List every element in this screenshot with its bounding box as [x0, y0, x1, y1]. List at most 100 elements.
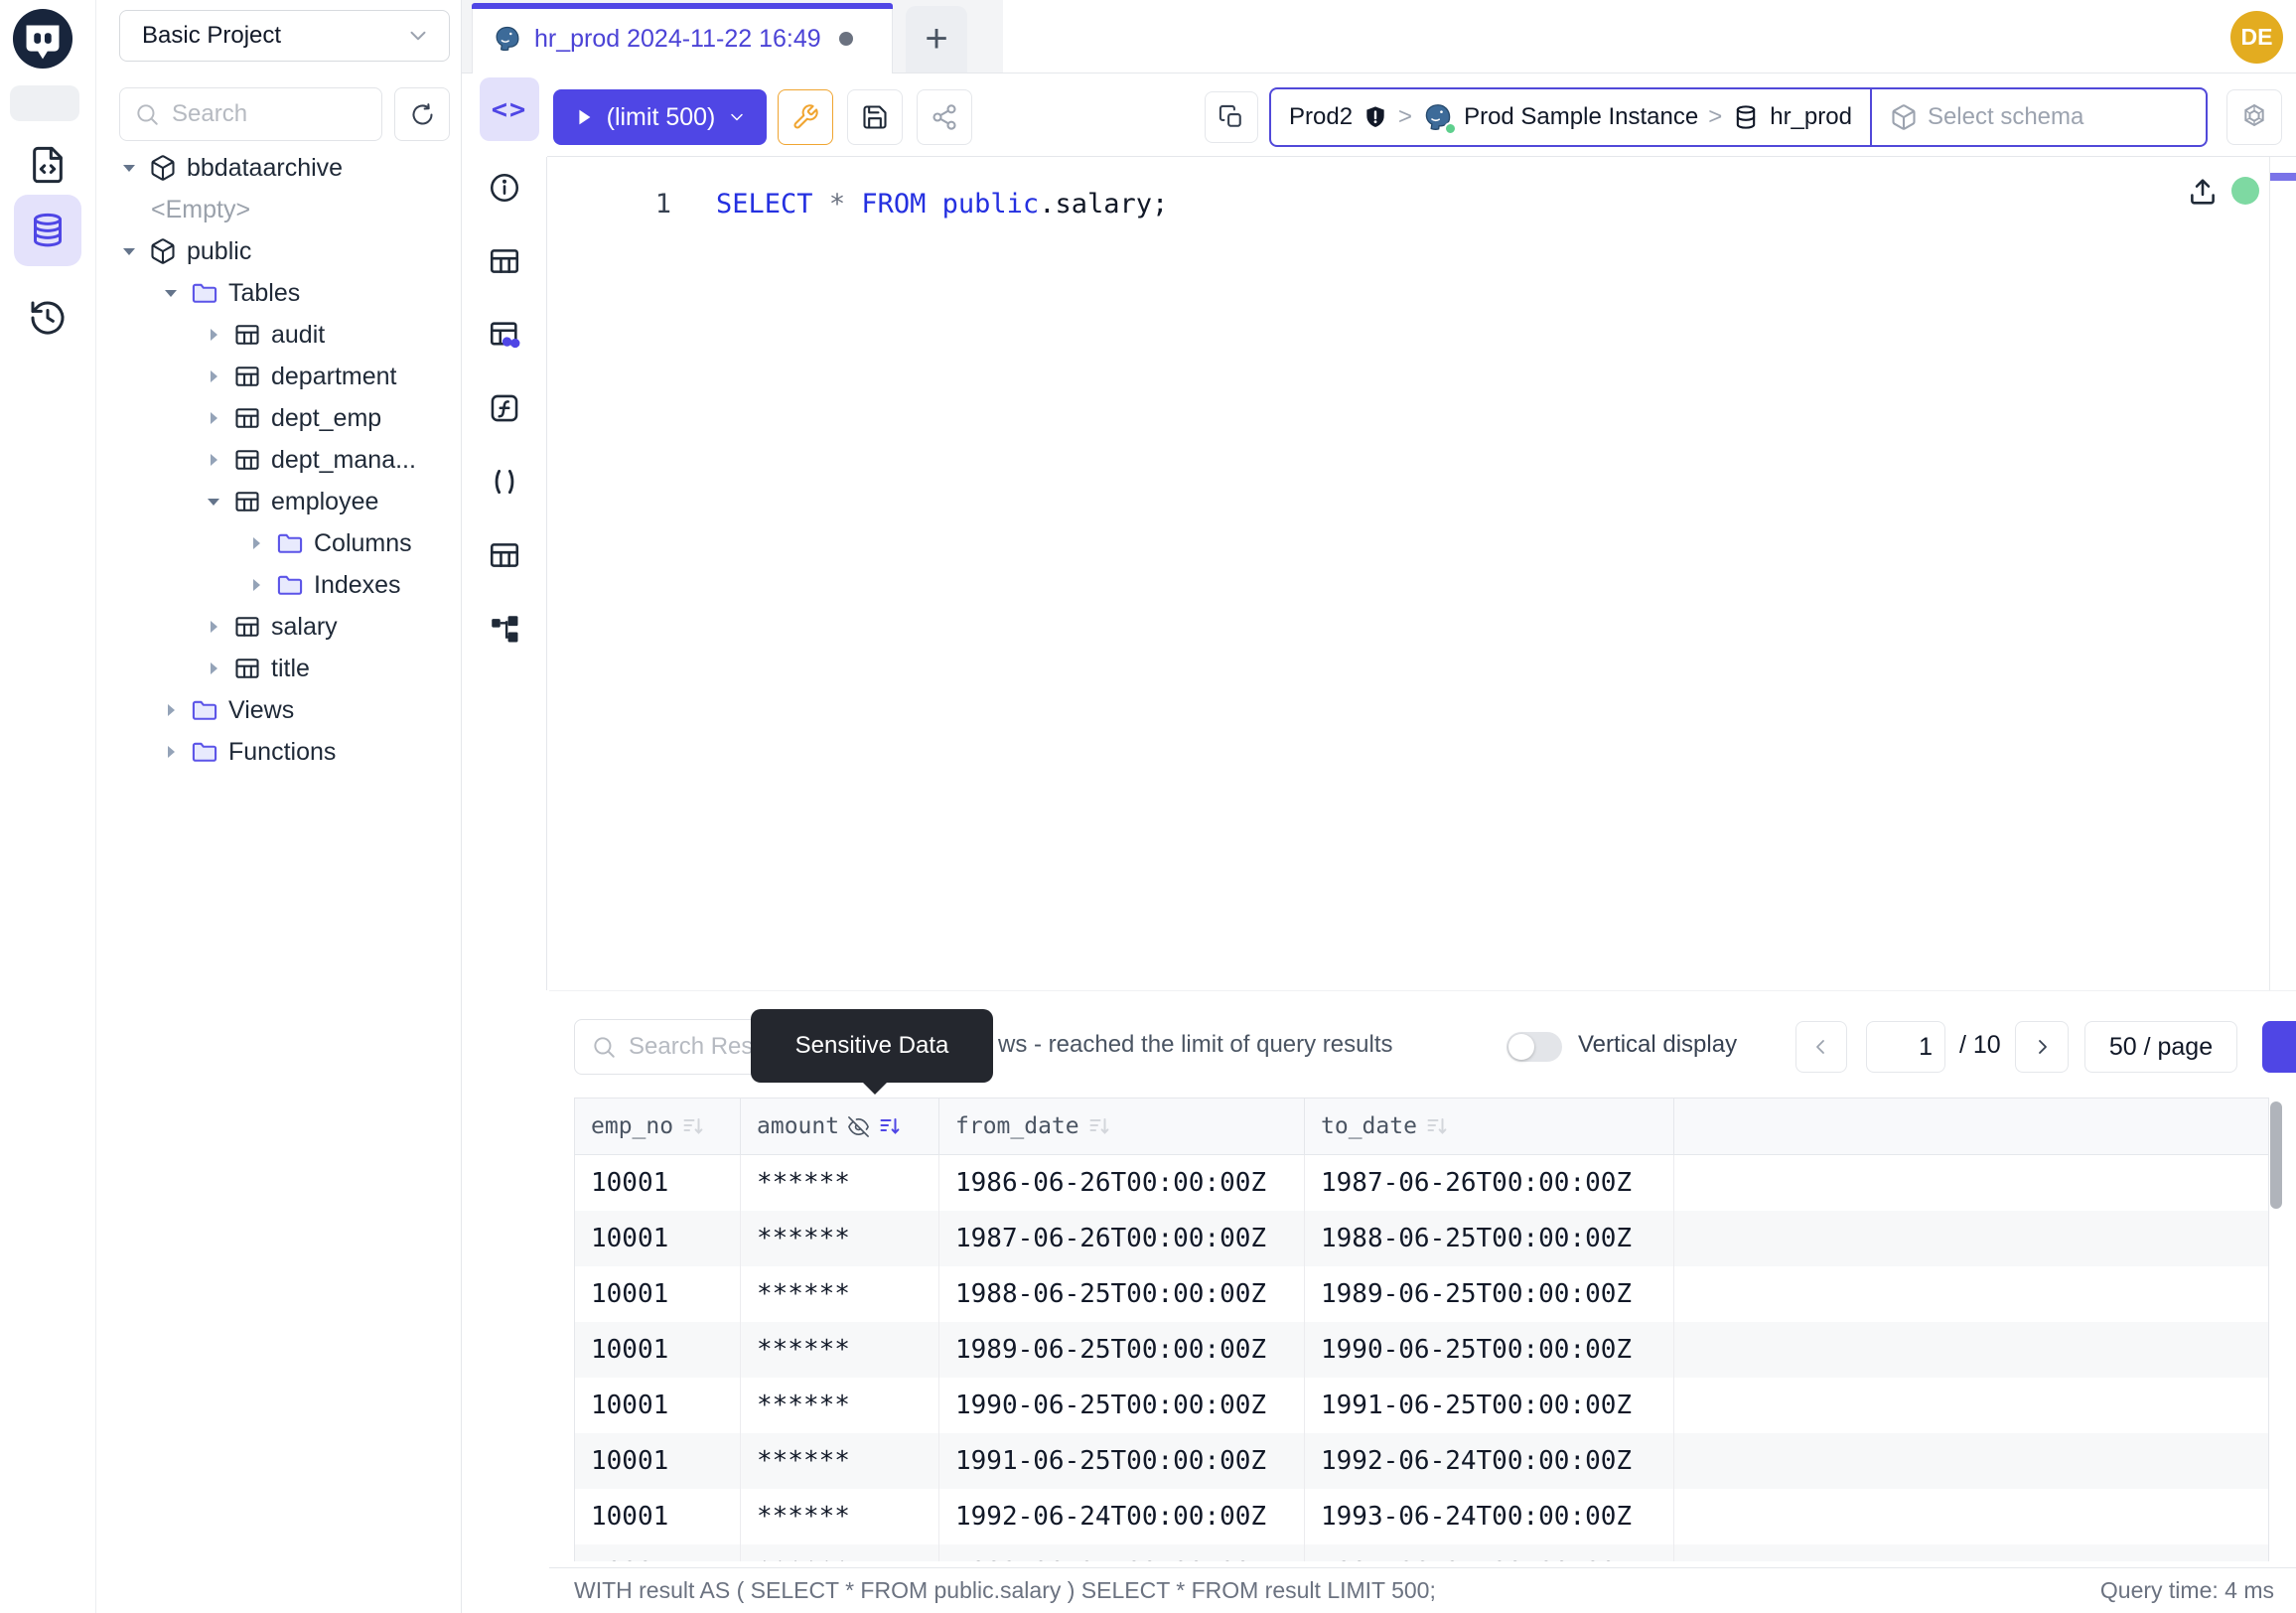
strip-info-button[interactable] — [476, 159, 533, 217]
strip-function-button[interactable] — [476, 379, 533, 437]
table-cell[interactable]: 1991-06-25T00:00:00Z — [1305, 1378, 1674, 1433]
table-row[interactable]: 10001******1988-06-25T00:00:00Z1989-06-2… — [575, 1266, 2268, 1322]
sql-editor[interactable]: 1 SELECT * FROM public.salary; — [547, 157, 2296, 990]
ai-assistant-button[interactable] — [2226, 89, 2282, 145]
save-button[interactable] — [847, 89, 903, 145]
table-cell[interactable]: 10001 — [575, 1322, 741, 1378]
table-cell[interactable]: ****** — [741, 1433, 939, 1489]
strip-masked-table-button[interactable] — [476, 306, 533, 364]
table-cell[interactable]: 10001 — [575, 1155, 741, 1211]
table-row[interactable]: 10001******1987-06-26T00:00:00Z1988-06-2… — [575, 1211, 2268, 1266]
table-cell[interactable]: ****** — [741, 1155, 939, 1211]
tab-active[interactable]: hr_prod 2024-11-22 16:49 — [472, 4, 893, 73]
tree-item-title[interactable]: title — [96, 648, 462, 689]
sort-icon[interactable] — [681, 1114, 705, 1138]
strip-diagram-button[interactable] — [476, 600, 533, 658]
sidebar-search[interactable] — [119, 87, 382, 141]
caret-right-icon[interactable] — [244, 573, 268, 597]
upload-icon[interactable] — [2186, 175, 2220, 209]
eye-off-icon[interactable] — [847, 1115, 870, 1138]
caret-down-icon[interactable] — [202, 490, 225, 513]
page-size-select[interactable]: 50 / page — [2084, 1021, 2237, 1073]
caret-right-icon[interactable] — [202, 448, 225, 472]
table-row[interactable]: 10001******1989-06-25T00:00:00Z1990-06-2… — [575, 1322, 2268, 1378]
column-header-emp_no[interactable]: emp_no — [575, 1099, 741, 1154]
column-header-to_date[interactable]: to_date — [1305, 1099, 1674, 1154]
strip-parens-button[interactable] — [476, 453, 533, 511]
side-panel-button[interactable] — [2262, 1021, 2296, 1073]
strip-table-button[interactable] — [476, 232, 533, 290]
table-cell[interactable]: ****** — [741, 1266, 939, 1322]
tree-item-public[interactable]: public — [96, 230, 462, 272]
table-cell[interactable]: 1994-06-24T00:00:00Z — [1305, 1544, 1674, 1561]
new-tab-button[interactable]: + — [906, 6, 967, 73]
tree-item-salary[interactable]: salary — [96, 606, 462, 648]
next-page-button[interactable] — [2015, 1021, 2069, 1073]
table-cell[interactable]: 1992-06-24T00:00:00Z — [1305, 1433, 1674, 1489]
caret-right-icon[interactable] — [244, 531, 268, 555]
rail-item-worksheets[interactable] — [14, 129, 81, 201]
run-query-button[interactable]: (limit 500) — [553, 89, 767, 145]
tree-item-dept-emp[interactable]: dept_emp — [96, 397, 462, 439]
refresh-button[interactable] — [394, 87, 450, 141]
results-scrollbar[interactable] — [2270, 1101, 2282, 1209]
share-button[interactable] — [917, 89, 972, 145]
caret-right-icon[interactable] — [159, 698, 183, 722]
table-cell[interactable]: 10001 — [575, 1211, 741, 1266]
tree-item-functions[interactable]: Functions — [96, 731, 462, 773]
prev-page-button[interactable] — [1795, 1021, 1847, 1073]
caret-right-icon[interactable] — [202, 657, 225, 680]
rail-item-databases[interactable] — [14, 195, 81, 266]
table-row[interactable]: 10001******1990-06-25T00:00:00Z1991-06-2… — [575, 1378, 2268, 1433]
table-cell[interactable]: 10001 — [575, 1378, 741, 1433]
table-cell[interactable]: 10001 — [575, 1489, 741, 1544]
table-cell[interactable]: 1988-06-25T00:00:00Z — [1305, 1211, 1674, 1266]
table-cell[interactable]: 10001 — [575, 1433, 741, 1489]
table-cell[interactable]: 1989-06-25T00:00:00Z — [1305, 1266, 1674, 1322]
column-header-amount[interactable]: amount — [741, 1099, 939, 1154]
tree-item-views[interactable]: Views — [96, 689, 462, 731]
project-select[interactable]: Basic Project — [119, 10, 450, 62]
sidebar-search-input[interactable] — [172, 100, 341, 128]
tree-item-employee[interactable]: employee — [96, 481, 462, 522]
tree-item-audit[interactable]: audit — [96, 314, 462, 356]
tree-item--empty-[interactable]: <Empty> — [96, 189, 462, 230]
sort-icon[interactable] — [878, 1114, 902, 1138]
column-header-from_date[interactable]: from_date — [939, 1099, 1305, 1154]
table-cell[interactable]: ****** — [741, 1544, 939, 1561]
bytebase-logo[interactable] — [12, 8, 73, 70]
avatar[interactable]: DE — [2230, 11, 2283, 64]
select-schema-dropdown[interactable]: Select schema — [1870, 89, 2121, 145]
rail-item-history[interactable] — [14, 282, 81, 354]
table-cell[interactable]: 1993-06-24T00:00:00Z — [1305, 1489, 1674, 1544]
page-number-input[interactable] — [1866, 1021, 1945, 1073]
table-cell[interactable]: 1989-06-25T00:00:00Z — [939, 1322, 1305, 1378]
caret-down-icon[interactable] — [159, 281, 183, 305]
rail-mode-pill[interactable] — [10, 85, 79, 121]
caret-right-icon[interactable] — [159, 740, 183, 764]
code-panel-toggle[interactable]: <> — [480, 77, 539, 141]
table-cell[interactable]: 1993-06-24T00:00:00Z — [939, 1544, 1305, 1561]
tree-item-indexes[interactable]: Indexes — [96, 564, 462, 606]
table-cell[interactable]: ****** — [741, 1322, 939, 1378]
tree-item-tables[interactable]: Tables — [96, 272, 462, 314]
sort-icon[interactable] — [1087, 1114, 1111, 1138]
table-cell[interactable]: 10001 — [575, 1266, 741, 1322]
table-cell[interactable]: 1990-06-25T00:00:00Z — [939, 1378, 1305, 1433]
tree-item-department[interactable]: department — [96, 356, 462, 397]
caret-right-icon[interactable] — [202, 323, 225, 347]
table-row[interactable]: 10001******1986-06-26T00:00:00Z1987-06-2… — [575, 1155, 2268, 1211]
sort-icon[interactable] — [1425, 1114, 1449, 1138]
breadcrumb-connection[interactable]: Prod2 > Prod Sample Instance > hr_prod — [1271, 89, 1870, 145]
vertical-display-toggle[interactable] — [1507, 1032, 1562, 1062]
table-cell[interactable]: 1987-06-26T00:00:00Z — [1305, 1155, 1674, 1211]
table-row[interactable]: 10001******1993-06-24T00:00:00Z1994-06-2… — [575, 1544, 2268, 1561]
table-cell[interactable]: 1992-06-24T00:00:00Z — [939, 1489, 1305, 1544]
caret-right-icon[interactable] — [202, 365, 225, 388]
table-cell[interactable]: 10001 — [575, 1544, 741, 1561]
caret-right-icon[interactable] — [202, 615, 225, 639]
table-row[interactable]: 10001******1992-06-24T00:00:00Z1993-06-2… — [575, 1489, 2268, 1544]
table-cell[interactable]: 1987-06-26T00:00:00Z — [939, 1211, 1305, 1266]
strip-table-button[interactable] — [476, 526, 533, 584]
table-cell[interactable]: 1991-06-25T00:00:00Z — [939, 1433, 1305, 1489]
